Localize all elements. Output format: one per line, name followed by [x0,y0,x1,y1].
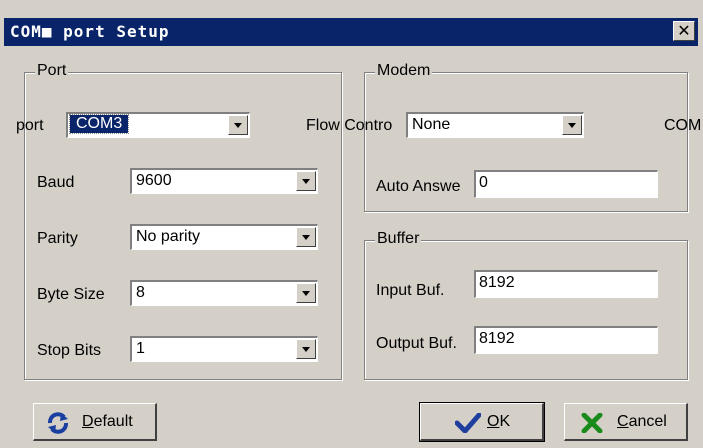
output-buf-input[interactable]: 8192 [474,326,658,354]
default-button[interactable]: Default [33,403,157,441]
com-label: COM [664,117,702,134]
port-label: port [16,117,44,134]
chevron-down-icon[interactable] [296,283,316,303]
byte-size-label: Byte Size [37,286,105,303]
port-select-value: COM3 [68,114,130,134]
stop-bits-label: Stop Bits [37,342,102,359]
output-buf-value: 8192 [479,330,515,347]
auto-answer-label: Auto Answe [376,178,461,195]
default-button-label: Default [82,413,133,430]
ok-button[interactable]: OK [419,402,545,442]
chevron-down-icon[interactable] [296,171,316,191]
close-button[interactable]: ✕ [673,21,695,41]
title-bar[interactable]: COM■ port Setup ✕ [4,18,698,46]
cancel-button[interactable]: Cancel [564,403,688,441]
cancel-button-label: Cancel [617,413,667,430]
stop-bits-select-value: 1 [136,340,145,357]
com-port-setup-dialog: COM■ port Setup ✕ Port port COM3 Baud 96… [0,0,703,448]
flow-control-select[interactable]: None [406,112,584,138]
byte-size-select[interactable]: 8 [130,280,318,306]
refresh-icon [46,412,70,439]
chevron-down-icon[interactable] [562,115,582,135]
chevron-down-icon[interactable] [296,227,316,247]
port-select[interactable]: COM3 [66,112,250,138]
parity-select[interactable]: No parity [130,224,318,250]
close-icon: ✕ [677,21,691,40]
port-group-legend: Port [35,62,69,80]
baud-label: Baud [37,174,75,191]
modem-group-legend: Modem [375,62,433,80]
parity-select-value: No parity [136,228,201,245]
flow-control-label: Flow Contro [306,117,393,134]
baud-select-value: 9600 [136,172,172,189]
input-buf-label: Input Buf. [376,282,445,299]
checkmark-icon [454,412,482,438]
input-buf-value: 8192 [479,274,515,291]
byte-size-select-value: 8 [136,284,145,301]
output-buf-label: Output Buf. [376,335,457,352]
parity-label: Parity [37,230,78,247]
auto-answer-value: 0 [479,174,488,191]
baud-select[interactable]: 9600 [130,168,318,194]
x-icon [581,412,603,438]
buffer-group-legend: Buffer [375,230,422,248]
auto-answer-input[interactable]: 0 [474,170,658,198]
input-buf-input[interactable]: 8192 [474,270,658,298]
buffer-group [364,240,688,380]
flow-control-select-value: None [412,116,451,133]
chevron-down-icon[interactable] [228,115,248,135]
window-title: COM■ port Setup [10,22,170,41]
ok-button-label: OK [487,413,511,430]
stop-bits-select[interactable]: 1 [130,336,318,362]
chevron-down-icon[interactable] [296,339,316,359]
